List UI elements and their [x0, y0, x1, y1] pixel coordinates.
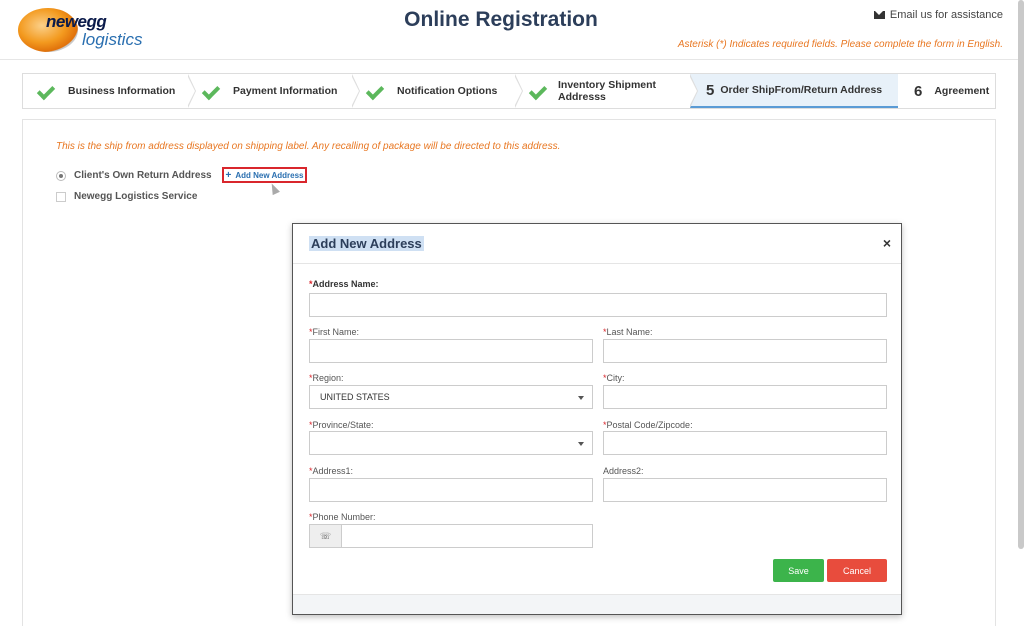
phone-number-label-text: Phone Number:	[312, 512, 376, 522]
check-icon	[368, 85, 386, 97]
address2-label: Address2:	[603, 466, 644, 476]
address-name-label: *Address Name:	[309, 279, 379, 289]
step-agreement[interactable]: 6 Agreement	[898, 74, 995, 108]
province-select[interactable]	[309, 431, 593, 455]
address2-input[interactable]	[603, 478, 887, 502]
modal-header: Add New Address ×	[293, 224, 901, 264]
step-order-shipfrom-return-address[interactable]: 5 Order ShipFrom/Return Address	[690, 74, 898, 108]
page-scrollbar[interactable]	[1018, 0, 1024, 549]
address-name-input[interactable]	[309, 293, 887, 317]
address1-label-text: Address1:	[312, 466, 354, 476]
province-label-text: Province/State:	[312, 420, 374, 430]
step-inventory-shipment-address[interactable]: Inventory Shipment Addresss	[515, 74, 698, 108]
address1-label: *Address1:	[309, 466, 353, 476]
city-input[interactable]	[603, 385, 887, 409]
option-newegg-logistics[interactable]: Newegg Logistics Service	[56, 191, 197, 202]
check-icon	[204, 85, 222, 97]
postal-code-label-text: Postal Code/Zipcode:	[606, 420, 693, 430]
last-name-input[interactable]	[603, 339, 887, 363]
step-label: Payment Information	[233, 85, 338, 97]
phone-icon: ☏	[310, 525, 342, 547]
step-notification-options[interactable]: Notification Options	[352, 74, 523, 108]
postal-code-input[interactable]	[603, 431, 887, 455]
step-label: Agreement	[934, 85, 990, 97]
step-separator	[351, 74, 360, 108]
last-name-label: *Last Name:	[603, 327, 653, 337]
logo-sub: logistics	[82, 30, 143, 49]
region-select[interactable]: UNITED STATES	[309, 385, 593, 409]
step-label: Inventory Shipment Addresss	[558, 79, 657, 103]
radio-button[interactable]	[56, 170, 66, 181]
chevron-down-icon	[578, 396, 584, 400]
step-separator	[514, 74, 523, 108]
add-address-modal: Add New Address × *Address Name: *First …	[292, 223, 902, 615]
option-newegg-label: Newegg Logistics Service	[74, 191, 198, 202]
step-business-information[interactable]: Business Information	[23, 74, 196, 108]
postal-code-label: *Postal Code/Zipcode:	[603, 420, 693, 430]
step-number: 6	[914, 82, 923, 100]
chevron-down-icon	[578, 442, 584, 446]
check-icon	[531, 85, 547, 97]
first-name-label: *First Name:	[309, 327, 359, 337]
plus-icon: +	[225, 169, 232, 181]
required-fields-note: Asterisk (*) Indicates required fields. …	[677, 39, 1003, 50]
province-label: *Province/State:	[309, 420, 374, 430]
first-name-input[interactable]	[309, 339, 593, 363]
option-own-label: Client's Own Return Address	[74, 170, 212, 181]
last-name-label-text: Last Name:	[606, 327, 653, 337]
step-label: Order ShipFrom/Return Address	[720, 84, 883, 96]
step-label: Notification Options	[397, 85, 498, 97]
region-label: *Region:	[309, 373, 344, 383]
add-new-address-button[interactable]: + Add New Address	[222, 167, 307, 183]
email-assistance-label: Email us for assistance	[889, 9, 1003, 21]
add-new-address-label: Add New Address	[235, 170, 304, 180]
step-label: Business Information	[68, 85, 176, 97]
close-icon[interactable]: ×	[883, 235, 891, 251]
email-assistance-link[interactable]: Email us for assistance	[873, 9, 1003, 21]
option-own-return-address[interactable]: Client's Own Return Address	[56, 170, 212, 181]
phone-number-input[interactable]: ☏	[309, 524, 593, 548]
envelope-icon	[873, 11, 885, 19]
address1-input[interactable]	[309, 478, 593, 502]
step-number: 5	[706, 81, 715, 99]
step-separator	[689, 74, 698, 108]
phone-number-label: *Phone Number:	[309, 512, 376, 522]
modal-footer	[293, 594, 901, 614]
page-title: Online Registration	[404, 8, 598, 31]
ship-from-note: This is the ship from address displayed …	[56, 141, 561, 152]
cancel-button[interactable]: Cancel	[827, 559, 887, 582]
header-divider	[0, 59, 1024, 60]
region-value: UNITED STATES	[320, 392, 390, 402]
step-separator	[187, 74, 196, 108]
city-label: *City:	[603, 373, 625, 383]
city-label-text: City:	[606, 373, 625, 383]
check-icon	[39, 85, 57, 97]
save-button[interactable]: Save	[773, 559, 824, 582]
region-label-text: Region:	[312, 373, 344, 383]
modal-title: Add New Address	[309, 236, 424, 251]
checkbox[interactable]	[56, 191, 66, 202]
registration-steps: Business Information Payment Information…	[22, 73, 996, 109]
first-name-label-text: First Name:	[312, 327, 360, 337]
step-payment-information[interactable]: Payment Information	[188, 74, 360, 108]
address-name-label-text: Address Name:	[312, 279, 379, 289]
